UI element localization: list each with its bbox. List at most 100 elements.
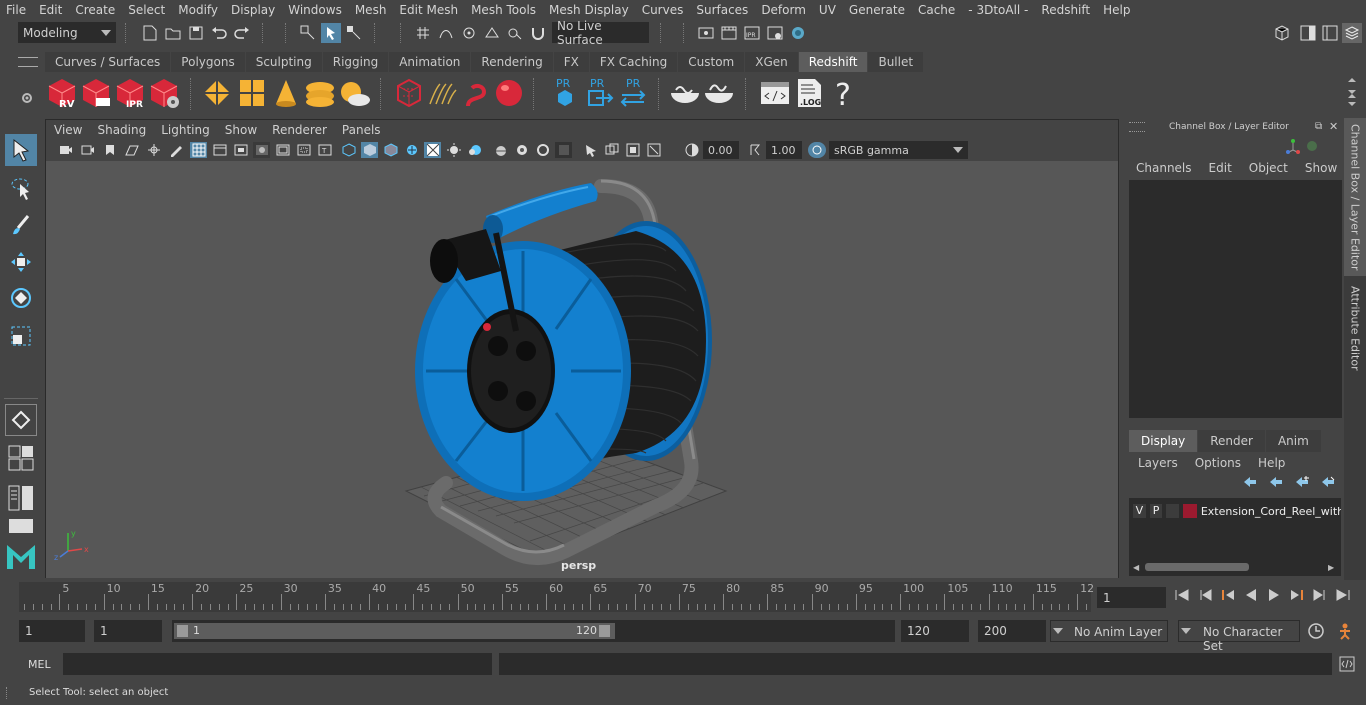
character-set-dropdown[interactable]: No Character Set: [1178, 620, 1300, 653]
use-all-lights-icon[interactable]: [424, 142, 441, 158]
maya-logo-icon[interactable]: [5, 540, 37, 572]
shelf-tab-custom[interactable]: Custom: [678, 52, 745, 72]
scale-tool-icon[interactable]: [5, 320, 37, 352]
select-tool-icon[interactable]: [5, 134, 37, 166]
layer-color-swatch[interactable]: [1183, 504, 1197, 518]
open-scene-icon[interactable]: [163, 23, 183, 43]
redshift-curve-icon[interactable]: [460, 76, 494, 110]
toolbar-toggle-icon[interactable]: [1320, 23, 1340, 43]
render-settings-icon[interactable]: [765, 23, 785, 43]
move-layer-up-icon[interactable]: [1243, 476, 1257, 491]
shelf-tab-rendering[interactable]: Rendering: [471, 52, 553, 72]
layout-four-pane-icon[interactable]: [5, 444, 37, 472]
image-plane-icon[interactable]: [124, 142, 140, 158]
range-end-handle[interactable]: [599, 625, 610, 637]
new-layer-icon[interactable]: [1295, 476, 1309, 491]
resolution-gate-icon[interactable]: [232, 142, 249, 158]
shelf-tab-curves-surfaces[interactable]: Curves / Surfaces: [45, 52, 171, 72]
shelf-tab-rigging[interactable]: Rigging: [322, 52, 389, 72]
redshift-dome-light-icon[interactable]: [303, 76, 337, 110]
tab-display[interactable]: Display: [1129, 430, 1198, 452]
viewport-menu-view[interactable]: View: [54, 123, 82, 137]
smooth-shade-icon[interactable]: [361, 142, 378, 158]
tab-anim[interactable]: Anim: [1265, 430, 1321, 452]
anim-layer-dropdown[interactable]: No Anim Layer: [1050, 620, 1168, 642]
layer-menu-help[interactable]: Help: [1258, 456, 1285, 470]
redo-icon[interactable]: [232, 23, 252, 43]
menu-item-windows[interactable]: Windows: [282, 3, 349, 17]
depth-of-field-icon[interactable]: [513, 142, 530, 158]
menu-item-generate[interactable]: Generate: [843, 3, 912, 17]
wireframe-icon[interactable]: [340, 142, 357, 158]
close-icon[interactable]: ✕: [1329, 120, 1338, 133]
2d-pan-zoom-icon[interactable]: [146, 142, 162, 158]
command-input[interactable]: [63, 653, 492, 675]
animation-end-field[interactable]: 200: [978, 620, 1046, 642]
paint-select-tool-icon[interactable]: [5, 210, 37, 242]
script-editor-icon[interactable]: [1339, 656, 1355, 675]
scroll-right-icon[interactable]: ▶: [1328, 563, 1334, 572]
shelf-tab-fx[interactable]: FX: [553, 52, 589, 72]
layers-icon[interactable]: [1342, 23, 1362, 43]
auto-key-icon[interactable]: [1307, 622, 1325, 643]
menu-item-select[interactable]: Select: [122, 3, 172, 17]
animation-start-field[interactable]: 1: [19, 620, 85, 642]
shelf-tab-sculpting[interactable]: Sculpting: [245, 52, 322, 72]
viewport-menu-show[interactable]: Show: [225, 123, 257, 137]
layer-playback-toggle[interactable]: P: [1149, 504, 1163, 518]
grease-pencil-icon[interactable]: [168, 142, 184, 158]
snap-point-icon[interactable]: [459, 23, 479, 43]
shelf-tab-animation[interactable]: Animation: [389, 52, 471, 72]
viewport-menu-lighting[interactable]: Lighting: [161, 123, 210, 137]
redshift-material-bowl-icon[interactable]: [668, 76, 702, 110]
shelf-tab-xgen[interactable]: XGen: [745, 52, 798, 72]
save-scene-icon[interactable]: [186, 23, 206, 43]
menu-item-mesh[interactable]: Mesh: [349, 3, 394, 17]
layer-hscrollbar[interactable]: ◀ ▶: [1129, 560, 1341, 574]
layer-row[interactable]: V P Extension_Cord_Reel_with: [1133, 502, 1341, 520]
menu-item-deform[interactable]: Deform: [755, 3, 813, 17]
color-space-dropdown[interactable]: sRGB gamma: [829, 141, 968, 159]
move-layer-down-icon[interactable]: [1269, 476, 1283, 491]
motion-blur-icon[interactable]: [534, 142, 551, 158]
layer-menu-options[interactable]: Options: [1195, 456, 1241, 470]
last-tool-icon[interactable]: [5, 404, 37, 436]
panel-grip-icon[interactable]: [1129, 122, 1145, 132]
redshift-ipr-icon[interactable]: IPR: [113, 76, 147, 110]
layout-single-icon[interactable]: [5, 516, 37, 536]
step-back-key-icon[interactable]: [1220, 587, 1236, 606]
command-language-label[interactable]: MEL: [28, 658, 51, 671]
menu-item-3dtoall[interactable]: - 3DtoAll -: [962, 3, 1035, 17]
isolate-select-icon[interactable]: [555, 142, 572, 158]
xray-icon[interactable]: [582, 142, 599, 158]
snap-view-plane-icon[interactable]: [482, 23, 502, 43]
anti-aliasing-icon[interactable]: [492, 142, 509, 158]
menu-item-uv[interactable]: UV: [813, 3, 843, 17]
xray-components-icon[interactable]: [624, 142, 641, 158]
menu-item-cache[interactable]: Cache: [912, 3, 962, 17]
channel-box-menu-channels[interactable]: Channels: [1136, 161, 1192, 175]
viewport-menu-panels[interactable]: Panels: [342, 123, 381, 137]
wireframe-on-shaded-icon[interactable]: [382, 142, 399, 158]
redshift-hair-icon[interactable]: [426, 76, 460, 110]
redshift-render-icon[interactable]: [79, 76, 113, 110]
step-forward-icon[interactable]: [1312, 587, 1328, 606]
menu-item-help[interactable]: Help: [1097, 3, 1137, 17]
viewport-menu-shading[interactable]: Shading: [97, 123, 146, 137]
tab-render[interactable]: Render: [1198, 430, 1265, 452]
shelf-menu-icon[interactable]: [18, 57, 38, 67]
animation-preferences-icon[interactable]: [1336, 622, 1354, 643]
playback-start-field[interactable]: 1: [94, 620, 162, 642]
menu-item-create[interactable]: Create: [69, 3, 122, 17]
redshift-settings-icon[interactable]: [147, 76, 181, 110]
textured-icon[interactable]: [403, 142, 420, 158]
move-tool-icon[interactable]: [5, 246, 37, 278]
field-chart-icon[interactable]: [274, 142, 291, 158]
film-gate-icon[interactable]: [211, 142, 228, 158]
channel-box-tools-icon[interactable]: [1285, 138, 1301, 154]
exposure-field[interactable]: 0.00: [703, 141, 739, 159]
shelf-tab-polygons[interactable]: Polygons: [171, 52, 245, 72]
channel-box-list[interactable]: [1129, 180, 1342, 418]
snap-live-icon[interactable]: [505, 23, 525, 43]
step-forward-key-icon[interactable]: [1289, 587, 1305, 606]
